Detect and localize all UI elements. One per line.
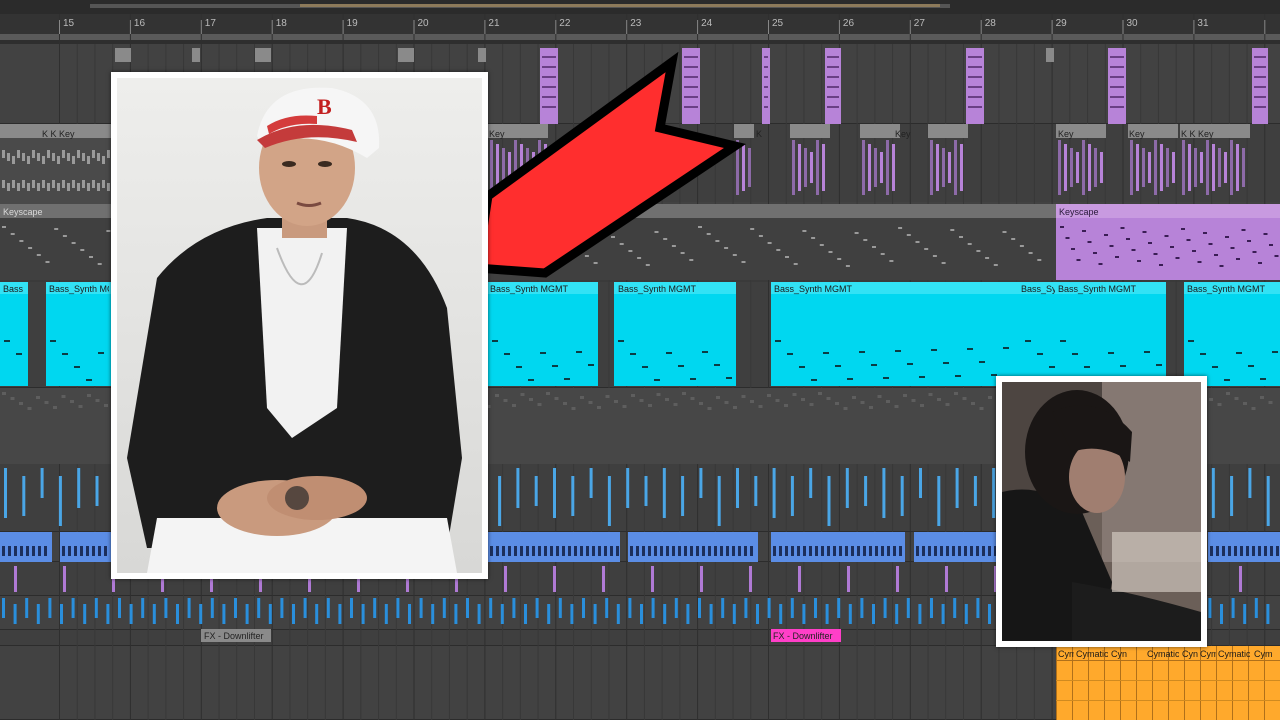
- fx-clip[interactable]: [771, 629, 841, 642]
- fx-clip[interactable]: [201, 629, 271, 642]
- svg-text:B: B: [317, 94, 332, 119]
- keys-clip-header[interactable]: [1056, 124, 1106, 138]
- marker-clip[interactable]: [1046, 48, 1054, 62]
- bass-clip[interactable]: [614, 282, 736, 386]
- marker-clip[interactable]: [192, 48, 200, 62]
- marker-clip[interactable]: [478, 48, 486, 62]
- keys-clip-header[interactable]: [1180, 124, 1250, 138]
- marker-clip[interactable]: [398, 48, 414, 62]
- bass-clip[interactable]: [771, 282, 1021, 386]
- artist-photo-overlay: B: [111, 72, 488, 579]
- keys-clip-header[interactable]: [488, 124, 548, 138]
- bass-clip[interactable]: [1184, 282, 1280, 386]
- bass-clip[interactable]: [46, 282, 112, 386]
- webcam-image: [1002, 382, 1201, 641]
- blue-clip[interactable]: [914, 532, 999, 562]
- bass-clip[interactable]: [1021, 282, 1057, 386]
- marker-clip[interactable]: [255, 48, 271, 62]
- bass-clip[interactable]: [0, 282, 28, 386]
- timeline-ruler: [0, 14, 1280, 34]
- keys-clip-header[interactable]: [860, 124, 900, 138]
- keys-clip-header[interactable]: [1128, 124, 1178, 138]
- bass-clip[interactable]: [1056, 282, 1166, 386]
- artist-portrait-image: B: [117, 78, 482, 573]
- keys-clip-header[interactable]: [928, 124, 968, 138]
- keys-clip-header[interactable]: [790, 124, 830, 138]
- keys-clip-header[interactable]: [734, 124, 754, 138]
- bass-clip[interactable]: [488, 282, 598, 386]
- webcam-overlay: [996, 376, 1207, 647]
- marker-clip[interactable]: [115, 48, 131, 62]
